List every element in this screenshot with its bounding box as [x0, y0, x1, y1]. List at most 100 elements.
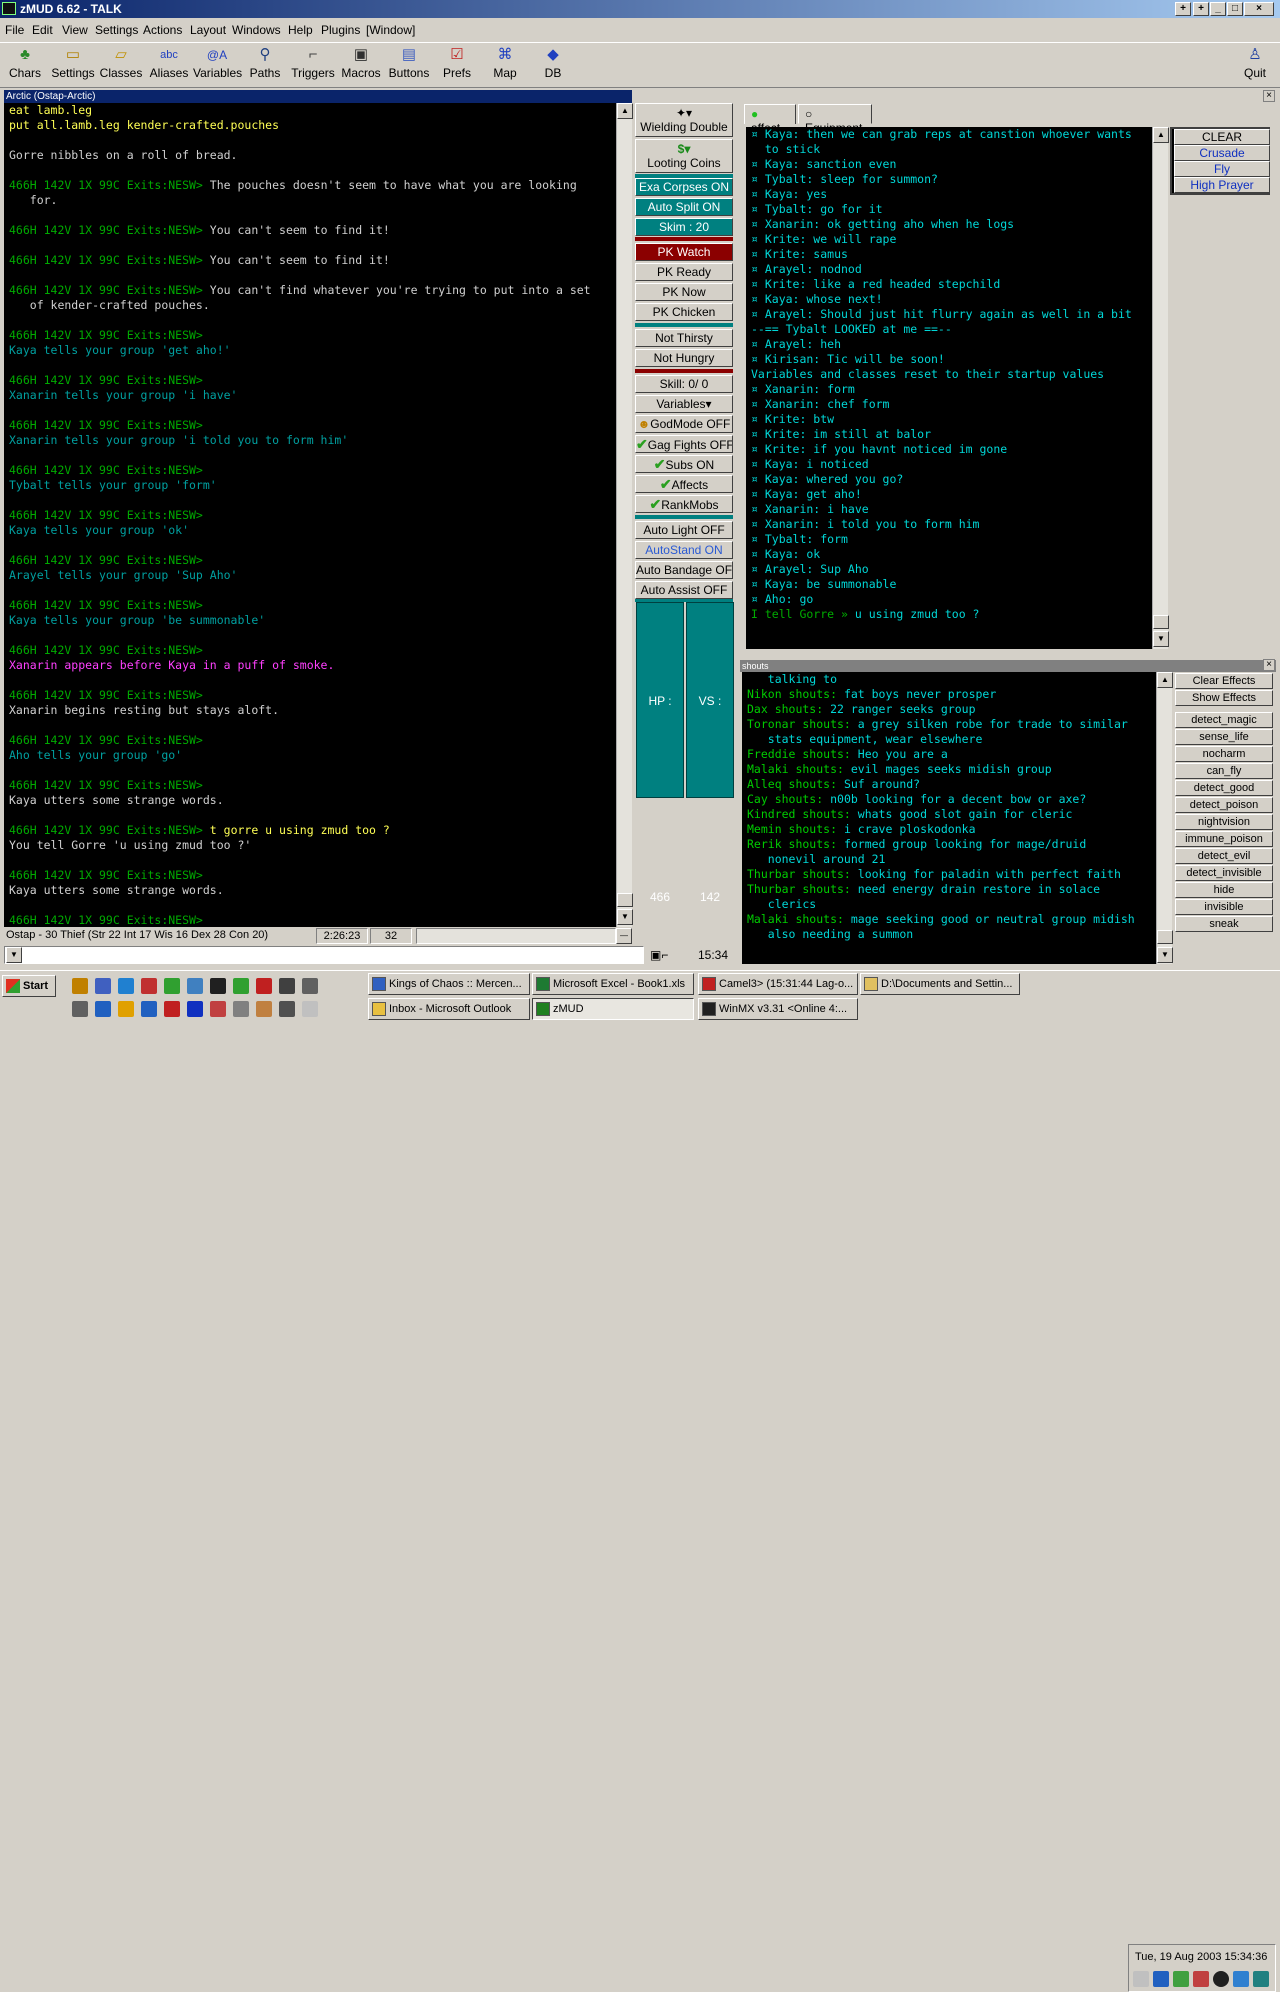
quick-launch-icon[interactable]: [72, 978, 88, 994]
quick-launch-icon[interactable]: [164, 1001, 180, 1017]
zmud-app-icon[interactable]: [2, 2, 16, 15]
auto-light-button[interactable]: Auto Light OFF: [635, 521, 733, 539]
taskbar-button[interactable]: Microsoft Excel - Book1.xls: [532, 973, 694, 995]
triggers-button[interactable]: ⌐ Triggers: [289, 45, 337, 87]
taskbar-button[interactable]: zMUD: [532, 998, 694, 1020]
effect-invisible-button[interactable]: invisible: [1175, 899, 1273, 915]
effect-immune-poison-button[interactable]: immune_poison: [1175, 831, 1273, 847]
menu-plugins[interactable]: Plugins: [321, 23, 360, 37]
close-icon[interactable]: ×: [1263, 90, 1275, 102]
quick-launch-icon[interactable]: [256, 978, 272, 994]
quick-launch-icon[interactable]: [118, 1001, 134, 1017]
tab-affect[interactable]: ● affect: [744, 104, 796, 135]
winmx-tray-icon[interactable]: [1213, 1971, 1229, 1987]
settings-button[interactable]: ▭ Settings: [49, 45, 97, 87]
subs-button[interactable]: ✔Subs ON: [635, 455, 733, 473]
clear-effects-button[interactable]: Clear Effects: [1175, 673, 1273, 689]
scroll-down-icon[interactable]: ▼: [1153, 631, 1169, 647]
talk-scrollbar[interactable]: ▲ ▼: [1152, 127, 1169, 649]
map-button[interactable]: ⌘ Map: [481, 45, 529, 87]
taskbar-button[interactable]: Inbox - Microsoft Outlook: [368, 998, 530, 1020]
scroll-thumb[interactable]: [1157, 930, 1173, 944]
history-dropdown-icon[interactable]: ▼: [6, 947, 22, 963]
skim-button[interactable]: Skim : 20: [635, 218, 733, 236]
aliases-button[interactable]: abc Aliases: [145, 45, 193, 87]
clear-button[interactable]: CLEAR: [1174, 129, 1270, 145]
menu-settings[interactable]: Settings: [95, 23, 138, 37]
quick-launch-icon[interactable]: [256, 1001, 272, 1017]
quick-launch-icon[interactable]: [141, 978, 157, 994]
pk-now-button[interactable]: PK Now: [635, 283, 733, 301]
restore-icon[interactable]: —: [616, 928, 632, 944]
mud-scrollbar[interactable]: ▲ ▼: [616, 103, 633, 927]
close-icon[interactable]: ×: [1244, 2, 1274, 16]
network-icon[interactable]: [1153, 1971, 1169, 1987]
affects-button[interactable]: ✔Affects: [635, 475, 733, 493]
taskbar-button[interactable]: D:\Documents and Settin...: [860, 973, 1020, 995]
quick-launch-icon[interactable]: [118, 978, 134, 994]
start-button[interactable]: Start: [2, 975, 56, 997]
quick-launch-icon[interactable]: [210, 978, 226, 994]
menu-window-list[interactable]: [Window]: [366, 23, 415, 37]
effect-sense-life-button[interactable]: sense_life: [1175, 729, 1273, 745]
quit-button[interactable]: ♙ Quit: [1231, 45, 1279, 87]
not-hungry-button[interactable]: Not Hungry: [635, 349, 733, 367]
chars-button[interactable]: ♣ Chars: [1, 45, 49, 87]
auto-assist-button[interactable]: Auto Assist OFF: [635, 581, 733, 599]
scroll-up-icon[interactable]: ▲: [1153, 127, 1169, 143]
menu-actions[interactable]: Actions: [143, 23, 182, 37]
scroll-thumb[interactable]: [1153, 615, 1169, 629]
quick-launch-icon[interactable]: [233, 978, 249, 994]
menu-edit[interactable]: Edit: [32, 23, 53, 37]
skill-button[interactable]: Skill: 0/ 0: [635, 375, 733, 393]
quick-launch-icon[interactable]: [210, 1001, 226, 1017]
effect-hide-button[interactable]: hide: [1175, 882, 1273, 898]
pin-icon[interactable]: +: [1193, 2, 1209, 16]
menu-help[interactable]: Help: [288, 23, 313, 37]
shouts-scrollbar[interactable]: ▲ ▼: [1156, 672, 1173, 964]
effect-detect-invisible-button[interactable]: detect_invisible: [1175, 865, 1273, 881]
looting-button[interactable]: $▾ Looting Coins: [635, 139, 733, 173]
show-effects-button[interactable]: Show Effects: [1175, 690, 1273, 706]
taskbar-button[interactable]: WinMX v3.31 <Online 4:...: [698, 998, 858, 1020]
taskbar-button[interactable]: Camel3> (15:31:44 Lag-o...: [698, 973, 858, 995]
quick-launch-icon[interactable]: [141, 1001, 157, 1017]
gag-fights-button[interactable]: ✔Gag Fights OFF: [635, 435, 733, 453]
command-input[interactable]: [4, 946, 644, 964]
quick-launch-icon[interactable]: [302, 1001, 318, 1017]
horizontal-scrollbar[interactable]: [416, 928, 616, 944]
paths-button[interactable]: ⚲ Paths: [241, 45, 289, 87]
godmode-button[interactable]: ☻GodMode OFF: [635, 415, 733, 433]
taskbar-button[interactable]: Kings of Chaos :: Mercen...: [368, 973, 530, 995]
high-prayer-button[interactable]: High Prayer: [1174, 177, 1270, 193]
quick-launch-icon[interactable]: [187, 978, 203, 994]
fly-button[interactable]: Fly: [1174, 161, 1270, 177]
menu-view[interactable]: View: [62, 23, 88, 37]
macros-button[interactable]: ▣ Macros: [337, 45, 385, 87]
crusade-button[interactable]: Crusade: [1174, 145, 1270, 161]
variables-dropdown-button[interactable]: Variables▾: [635, 395, 733, 413]
classes-button[interactable]: ▱ Classes: [97, 45, 145, 87]
close-icon[interactable]: ×: [1263, 659, 1275, 671]
scroll-up-icon[interactable]: ▲: [1157, 672, 1173, 688]
scroll-down-icon[interactable]: ▼: [1157, 947, 1173, 963]
display-icon[interactable]: [1233, 1971, 1249, 1987]
auto-bandage-button[interactable]: Auto Bandage OFF: [635, 561, 733, 579]
quick-launch-icon[interactable]: [72, 1001, 88, 1017]
variables-button[interactable]: @A Variables: [193, 45, 242, 87]
antivirus-icon[interactable]: [1193, 1971, 1209, 1987]
tab-equipment[interactable]: ○ Equipment: [798, 104, 872, 135]
rankmobs-button[interactable]: ✔RankMobs: [635, 495, 733, 513]
quick-launch-icon[interactable]: [95, 978, 111, 994]
quick-launch-icon[interactable]: [95, 1001, 111, 1017]
scroll-thumb[interactable]: [617, 893, 633, 907]
effect-detect-magic-button[interactable]: detect_magic: [1175, 712, 1273, 728]
wielding-button[interactable]: ✦▾ Wielding Double: [635, 103, 733, 137]
db-button[interactable]: ◆ DB: [529, 45, 577, 87]
effect-detect-good-button[interactable]: detect_good: [1175, 780, 1273, 796]
quick-launch-icon[interactable]: [279, 1001, 295, 1017]
pk-watch-button[interactable]: PK Watch: [635, 243, 733, 261]
volume-icon[interactable]: [1133, 1971, 1149, 1987]
buttons-button[interactable]: ▤ Buttons: [385, 45, 433, 87]
quick-launch-icon[interactable]: [233, 1001, 249, 1017]
